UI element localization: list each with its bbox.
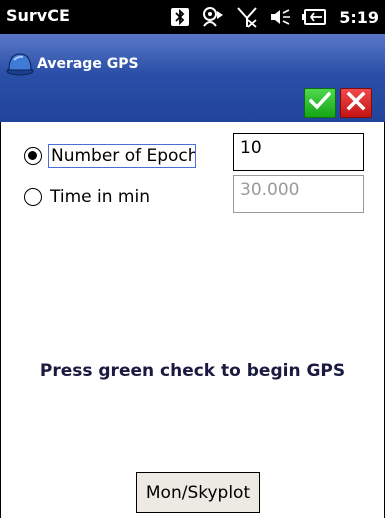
confirm-button[interactable]	[304, 88, 336, 118]
dialog-header: Average GPS	[0, 34, 385, 122]
check-icon	[308, 91, 332, 115]
battery-icon[interactable]	[302, 8, 327, 26]
epochs-input[interactable]: 10	[233, 133, 364, 171]
volume-icon[interactable]	[269, 7, 291, 27]
instruction-text: Press green check to begin GPS	[39, 361, 346, 381]
clock[interactable]: 5:19	[339, 8, 379, 27]
no-signal-icon[interactable]	[236, 6, 258, 28]
gps-signal-icon[interactable]	[201, 6, 225, 28]
average-gps-screen: SurvCE 5:19 Average GPS Number of Epochs…	[0, 0, 385, 518]
status-bar: SurvCE 5:19	[0, 0, 385, 34]
time-label[interactable]: Time in min	[48, 186, 152, 208]
app-name[interactable]: SurvCE	[6, 6, 70, 25]
dialog-title: Average GPS	[37, 56, 139, 72]
epochs-radio[interactable]	[24, 147, 42, 165]
cancel-button[interactable]	[340, 88, 372, 118]
option-epochs[interactable]: Number of Epochs	[24, 144, 196, 168]
time-input: 30.000	[233, 175, 364, 213]
time-radio[interactable]	[24, 188, 42, 206]
epochs-label[interactable]: Number of Epochs	[48, 144, 196, 168]
close-icon	[346, 91, 366, 115]
mon-skyplot-button[interactable]: Mon/Skyplot	[136, 472, 260, 513]
helmet-icon	[6, 50, 34, 80]
status-icons: 5:19	[170, 5, 379, 29]
left-border	[0, 122, 1, 518]
bluetooth-icon[interactable]	[170, 7, 190, 27]
option-time[interactable]: Time in min	[24, 186, 152, 208]
